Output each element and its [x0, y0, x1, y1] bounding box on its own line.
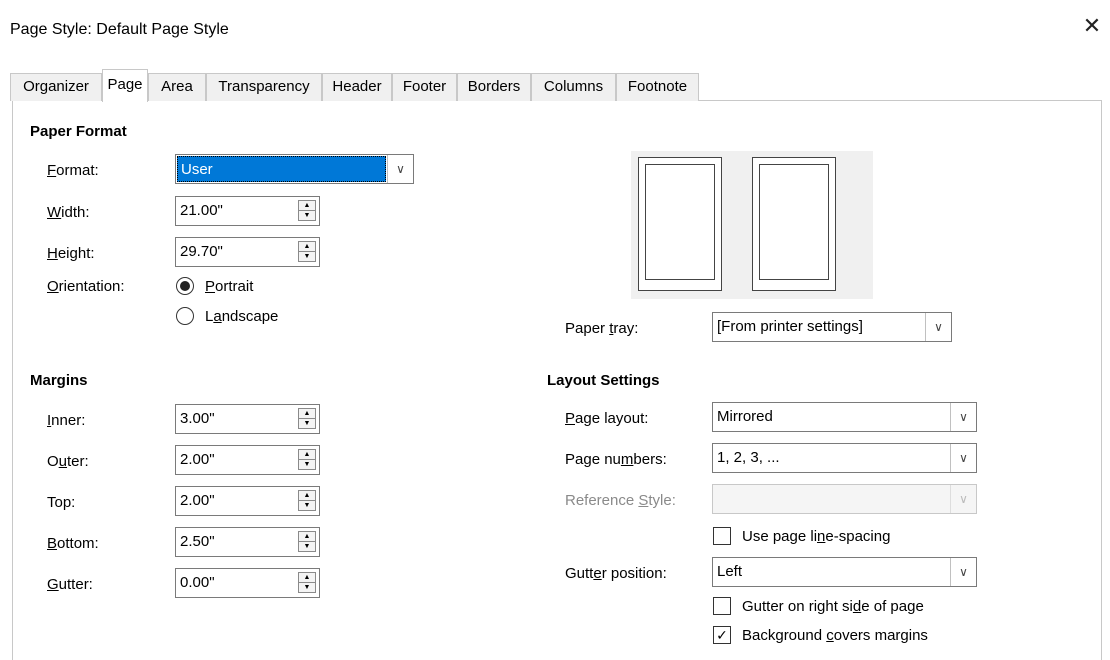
spin-arrows-icon[interactable]: ▲ ▼: [298, 408, 316, 430]
tab-header[interactable]: Header: [322, 73, 392, 101]
page-preview: [631, 151, 873, 299]
format-value: User: [177, 156, 386, 182]
page-numbers-dropdown[interactable]: 1, 2, 3, ... ∨: [712, 443, 977, 473]
tab-organizer[interactable]: Organizer: [10, 73, 102, 101]
top-value: 2.00": [180, 492, 215, 509]
width-value: 21.00": [180, 202, 223, 219]
inner-value: 3.00": [180, 410, 215, 427]
landscape-label: Landscape: [205, 308, 279, 325]
chevron-down-icon[interactable]: ∨: [950, 558, 976, 586]
spin-arrows-icon[interactable]: ▲ ▼: [298, 449, 316, 471]
preview-right-page: [752, 157, 836, 291]
gutter-label: Gutter:: [47, 576, 93, 593]
reference-style-label: Reference Style:: [565, 492, 676, 509]
background-covers-margins-checkbox[interactable]: ✓: [713, 626, 731, 644]
bottom-label: Bottom:: [47, 535, 99, 552]
gutter-right-side-checkbox[interactable]: [713, 597, 731, 615]
inner-label: Inner:: [47, 412, 86, 429]
inner-field[interactable]: 3.00" ▲ ▼: [175, 404, 320, 434]
tab-transparency[interactable]: Transparency: [206, 73, 322, 101]
format-dropdown[interactable]: User ∨: [175, 154, 414, 184]
close-icon[interactable]: ✕: [1080, 14, 1104, 38]
spin-arrows-icon[interactable]: ▲ ▼: [298, 241, 316, 263]
spin-arrows-icon[interactable]: ▲ ▼: [298, 200, 316, 222]
preview-left-page: [638, 157, 722, 291]
bottom-field[interactable]: 2.50" ▲ ▼: [175, 527, 320, 557]
tab-page[interactable]: Page: [102, 69, 148, 102]
height-label: Height:: [47, 245, 95, 262]
paper-tray-dropdown[interactable]: [From printer settings] ∨: [712, 312, 952, 342]
orientation-label: Orientation:: [47, 278, 125, 295]
page-layout-label: Page layout:: [565, 410, 649, 427]
gutter-right-side-label: Gutter on right side of page: [742, 598, 924, 615]
outer-value: 2.00": [180, 451, 215, 468]
spin-arrows-icon[interactable]: ▲ ▼: [298, 490, 316, 512]
tab-area[interactable]: Area: [148, 73, 206, 101]
paper-tray-label: Paper tray:: [565, 320, 639, 337]
spin-arrows-icon[interactable]: ▲ ▼: [298, 531, 316, 553]
outer-field[interactable]: 2.00" ▲ ▼: [175, 445, 320, 475]
paper-tray-value: [From printer settings]: [717, 318, 863, 335]
top-field[interactable]: 2.00" ▲ ▼: [175, 486, 320, 516]
format-label: Format:: [47, 162, 99, 179]
background-covers-margins-label: Background covers margins: [742, 627, 928, 644]
portrait-radio[interactable]: [176, 277, 194, 295]
tab-columns[interactable]: Columns: [531, 73, 616, 101]
gutter-position-dropdown[interactable]: Left ∨: [712, 557, 977, 587]
use-page-line-spacing-checkbox[interactable]: [713, 527, 731, 545]
tab-footnote[interactable]: Footnote: [616, 73, 699, 101]
gutter-position-value: Left: [717, 563, 743, 580]
gutter-value: 0.00": [180, 574, 215, 591]
spin-arrows-icon[interactable]: ▲ ▼: [298, 572, 316, 594]
margins-heading: Margins: [30, 372, 88, 389]
chevron-down-icon[interactable]: ∨: [950, 403, 976, 431]
layout-settings-heading: Layout Settings: [547, 372, 660, 389]
use-page-line-spacing-label: Use page line-spacing: [742, 528, 891, 545]
gutter-field[interactable]: 0.00" ▲ ▼: [175, 568, 320, 598]
chevron-down-icon: ∨: [950, 485, 976, 513]
page-numbers-value: 1, 2, 3, ...: [717, 449, 780, 466]
title-bar: Page Style: Default Page Style ✕: [0, 0, 1110, 64]
chevron-down-icon[interactable]: ∨: [387, 155, 413, 183]
top-label: Top:: [47, 494, 76, 511]
page-numbers-label: Page numbers:: [565, 451, 667, 468]
height-value: 29.70": [180, 243, 223, 260]
page-layout-dropdown[interactable]: Mirrored ∨: [712, 402, 977, 432]
landscape-radio[interactable]: [176, 307, 194, 325]
width-label: Width:: [47, 204, 90, 221]
tab-borders[interactable]: Borders: [457, 73, 531, 101]
tab-footer[interactable]: Footer: [392, 73, 457, 101]
outer-label: Outer:: [47, 453, 89, 470]
chevron-down-icon[interactable]: ∨: [925, 313, 951, 341]
width-field[interactable]: 21.00" ▲ ▼: [175, 196, 320, 226]
paper-format-heading: Paper Format: [30, 123, 127, 140]
chevron-down-icon[interactable]: ∨: [950, 444, 976, 472]
page-layout-value: Mirrored: [717, 408, 773, 425]
window-title: Page Style: Default Page Style: [10, 21, 229, 38]
reference-style-dropdown: ∨: [712, 484, 977, 514]
bottom-value: 2.50": [180, 533, 215, 550]
gutter-position-label: Gutter position:: [565, 565, 667, 582]
height-field[interactable]: 29.70" ▲ ▼: [175, 237, 320, 267]
portrait-label: Portrait: [205, 278, 254, 295]
